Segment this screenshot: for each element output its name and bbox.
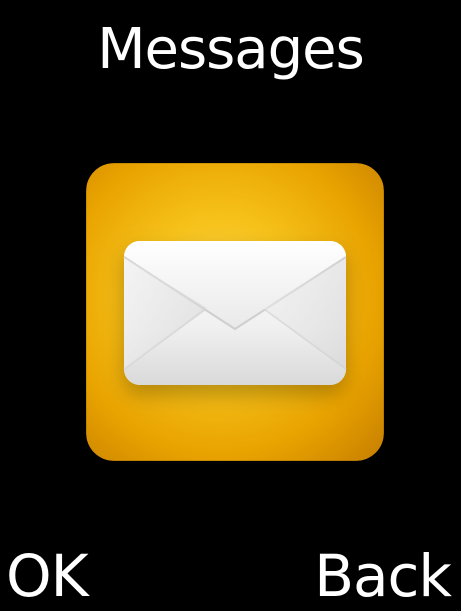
envelope-icon [86,163,384,461]
softkey-back[interactable]: Back [314,541,452,611]
messages-screen: Messages OK Back [0,0,461,610]
softkey-ok[interactable]: OK [6,541,89,611]
page-title: Messages [97,17,365,82]
messages-app-icon[interactable] [86,163,384,461]
